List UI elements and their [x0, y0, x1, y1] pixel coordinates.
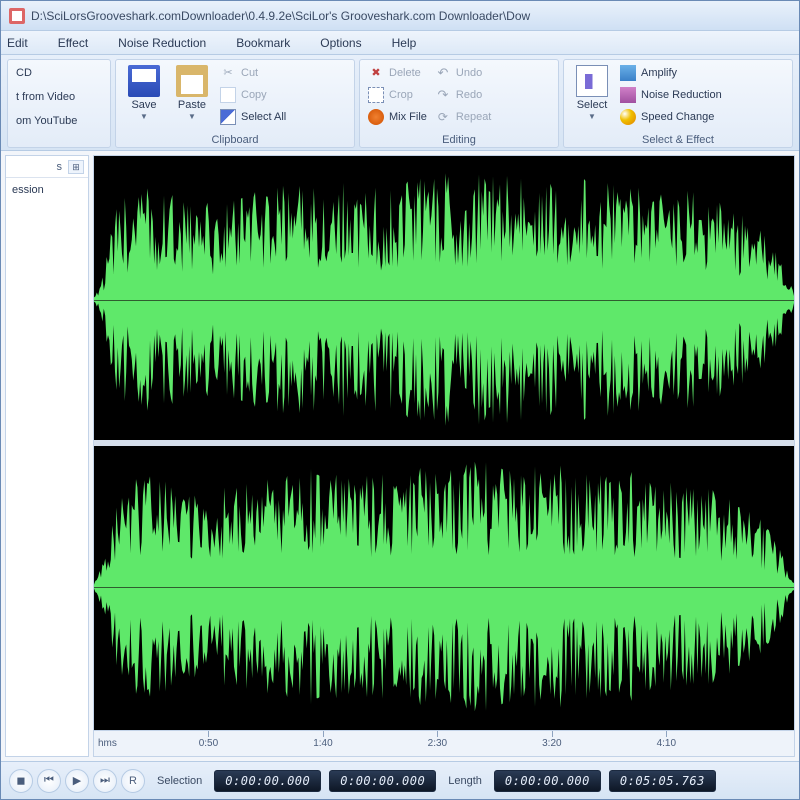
- delete-button[interactable]: Delete: [366, 63, 429, 83]
- length-end-time: 0:05:05.763: [609, 770, 716, 792]
- speed-icon: [620, 109, 636, 125]
- workspace: s ⊞ ession hms 0:501:402:303: [1, 151, 799, 761]
- mix-icon: [368, 109, 384, 125]
- import-youtube-button[interactable]: om YouTube: [14, 111, 79, 131]
- time-ruler[interactable]: hms 0:50 1:40 2:30 3:20 4:10: [94, 730, 794, 756]
- menu-bookmark[interactable]: Bookmark: [236, 36, 290, 50]
- list-item[interactable]: ession: [12, 184, 82, 196]
- ruler-tick: [666, 731, 667, 737]
- open-cd-button[interactable]: CD: [14, 63, 79, 83]
- menu-noise-reduction[interactable]: Noise Reduction: [118, 36, 206, 50]
- ruler-tick: [552, 731, 553, 737]
- ribbon-group-select-effect: Select▼ Amplify Noise Reduction Speed Ch…: [563, 59, 793, 148]
- transport-controls: ◼ ⏮ ▶ ⏭ R: [9, 769, 145, 793]
- ribbon-group-open: CD t from Video om YouTube: [7, 59, 111, 148]
- ruler-tick: [208, 731, 209, 737]
- crop-button[interactable]: Crop: [366, 85, 429, 105]
- record-button[interactable]: R: [121, 769, 145, 793]
- ruler-tick-label: 2:30: [428, 738, 447, 749]
- length-start-time: 0:00:00.000: [494, 770, 601, 792]
- chevron-down-icon: ▼: [588, 112, 596, 121]
- speed-change-button[interactable]: Speed Change: [618, 107, 724, 127]
- redo-icon: [435, 87, 451, 103]
- paste-button[interactable]: Paste▼: [170, 63, 214, 121]
- ribbon-group-editing: Delete Crop Mix File Undo Redo Repeat Ed…: [359, 59, 559, 148]
- noise-reduction-icon: [620, 87, 636, 103]
- next-button[interactable]: ⏭: [93, 769, 117, 793]
- waveform-area: hms 0:50 1:40 2:30 3:20 4:10: [93, 155, 795, 757]
- copy-icon: [220, 87, 236, 103]
- select-all-icon: [220, 109, 236, 125]
- group-label-clipboard: Clipboard: [122, 133, 348, 146]
- import-video-button[interactable]: t from Video: [14, 87, 79, 107]
- ruler-tick-label: 3:20: [542, 738, 561, 749]
- menu-help[interactable]: Help: [392, 36, 417, 50]
- group-label-select-effect: Select & Effect: [570, 133, 786, 146]
- waveform-left-channel: [94, 156, 794, 443]
- selection-start-time: 0:00:00.000: [214, 770, 321, 792]
- cut-button[interactable]: Cut: [218, 63, 288, 83]
- amplify-button[interactable]: Amplify: [618, 63, 724, 83]
- paste-icon: [176, 65, 208, 97]
- menu-options[interactable]: Options: [320, 36, 361, 50]
- window-title: D:\SciLorsGrooveshark.comDownloader\0.4.…: [31, 9, 530, 23]
- mix-file-button[interactable]: Mix File: [366, 107, 429, 127]
- statusbar: ◼ ⏮ ▶ ⏭ R Selection 0:00:00.000 0:00:00.…: [1, 761, 799, 799]
- noise-reduction-button[interactable]: Noise Reduction: [618, 85, 724, 105]
- app-icon: [9, 8, 25, 24]
- selection-label: Selection: [153, 775, 206, 787]
- ruler-tick-label: 4:10: [657, 738, 676, 749]
- length-label: Length: [444, 775, 486, 787]
- side-panel: s ⊞ ession: [5, 155, 89, 757]
- crop-icon: [368, 87, 384, 103]
- amplify-icon: [620, 65, 636, 81]
- ruler-unit: hms: [98, 738, 117, 749]
- save-icon: [128, 65, 160, 97]
- play-button[interactable]: ▶: [65, 769, 89, 793]
- waveform-canvas[interactable]: [94, 156, 794, 730]
- side-panel-tabs[interactable]: s: [57, 161, 63, 173]
- undo-icon: [435, 65, 451, 81]
- ribbon: CD t from Video om YouTube Save▼ Paste▼ …: [1, 55, 799, 151]
- prev-button[interactable]: ⏮: [37, 769, 61, 793]
- cut-icon: [220, 65, 236, 81]
- menu-edit[interactable]: Edit: [7, 36, 28, 50]
- repeat-button[interactable]: Repeat: [433, 107, 493, 127]
- pin-icon[interactable]: ⊞: [68, 160, 84, 174]
- save-button[interactable]: Save▼: [122, 63, 166, 121]
- ruler-tick: [323, 731, 324, 737]
- select-tool-button[interactable]: Select▼: [570, 63, 614, 121]
- ruler-tick-label: 0:50: [199, 738, 218, 749]
- chevron-down-icon: ▼: [140, 112, 148, 121]
- ruler-tick: [437, 731, 438, 737]
- select-icon: [576, 65, 608, 97]
- undo-button[interactable]: Undo: [433, 63, 493, 83]
- group-label-editing: Editing: [366, 133, 552, 146]
- chevron-down-icon: ▼: [188, 112, 196, 121]
- copy-button[interactable]: Copy: [218, 85, 288, 105]
- redo-button[interactable]: Redo: [433, 85, 493, 105]
- menubar: Edit Effect Noise Reduction Bookmark Opt…: [1, 31, 799, 55]
- repeat-icon: [435, 109, 451, 125]
- waveform-right-channel: [94, 443, 794, 730]
- selection-end-time: 0:00:00.000: [329, 770, 436, 792]
- stop-button[interactable]: ◼: [9, 769, 33, 793]
- titlebar[interactable]: D:\SciLorsGrooveshark.comDownloader\0.4.…: [1, 1, 799, 31]
- select-all-button[interactable]: Select All: [218, 107, 288, 127]
- ruler-tick-label: 1:40: [313, 738, 332, 749]
- menu-effect[interactable]: Effect: [58, 36, 88, 50]
- ribbon-group-clipboard: Save▼ Paste▼ Cut Copy Select All Clipboa…: [115, 59, 355, 148]
- delete-icon: [368, 65, 384, 81]
